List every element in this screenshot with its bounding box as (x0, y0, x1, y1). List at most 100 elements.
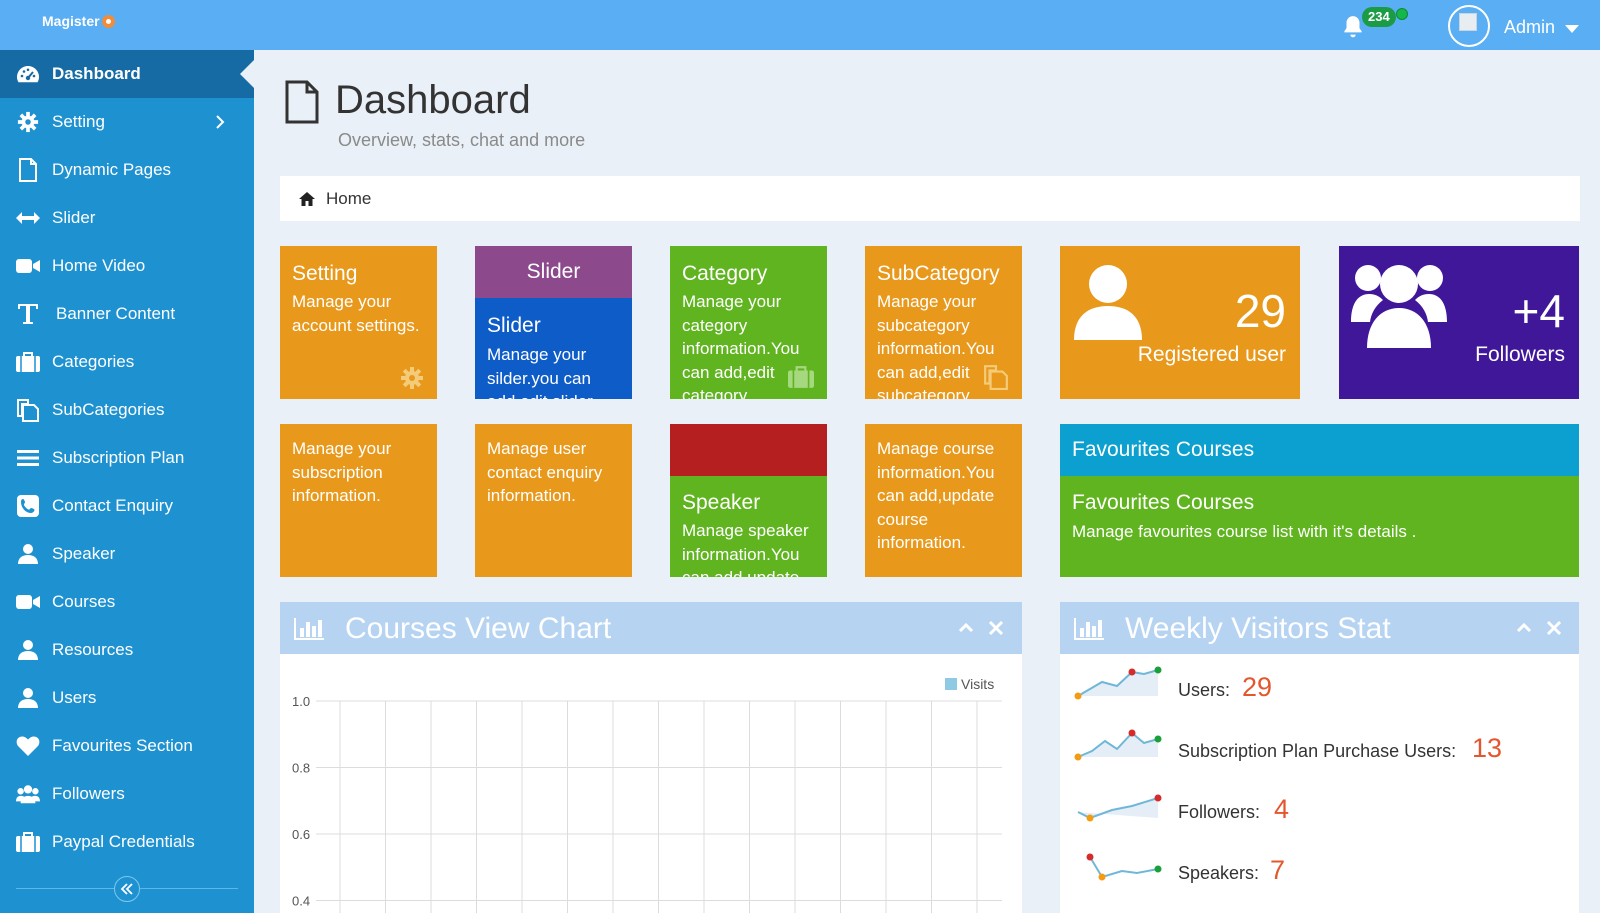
avatar[interactable] (1448, 5, 1490, 47)
heart-icon (16, 734, 40, 758)
list-icon (16, 446, 40, 470)
tile-description: Manage your silder.you can add,edit slid… (487, 345, 597, 399)
sidebar-item-favourites-section[interactable]: Favourites Section (0, 722, 254, 770)
users-icon (16, 782, 40, 806)
y-tick-label: 0.6 (292, 827, 310, 842)
tile-description: Manage favourites course list with it's … (1072, 522, 1417, 541)
user-icon (16, 638, 40, 662)
gear-icon (16, 110, 40, 134)
visitor-stat-row: Followers: 4 (1060, 784, 1579, 834)
subscription-tile[interactable]: Manage your subscription information. (280, 424, 437, 577)
sidebar-item-slider[interactable]: Slider (0, 194, 254, 242)
visitor-stat-value: 13 (1472, 733, 1503, 763)
visitor-stat-value: 7 (1270, 855, 1286, 885)
favourites-courses-tile[interactable]: Favourites Courses Favourites Courses Ma… (1060, 424, 1579, 577)
notification-count-badge[interactable]: 234 (1362, 7, 1396, 27)
stat-label: Followers (1475, 343, 1565, 366)
arrows-horizontal-icon (16, 206, 40, 230)
tile-band-title: Favourites Courses (1072, 438, 1255, 461)
sidebar-item-resources[interactable]: Resources (0, 626, 254, 674)
sidebar-item-subscription-plan[interactable]: Subscription Plan (0, 434, 254, 482)
sparkline (1074, 666, 1162, 700)
logo-text: Magister (42, 13, 100, 29)
bar-chart-icon (294, 618, 324, 640)
sidebar-item-banner-content[interactable]: Banner Content (0, 290, 254, 338)
tile-title: Speaker (682, 491, 761, 514)
visitor-stat-row: Subscription Plan Purchase Users: 13 (1060, 723, 1579, 773)
sidebar-item-dynamic-pages[interactable]: Dynamic Pages (0, 146, 254, 194)
sidebar-item-courses[interactable]: Courses (0, 578, 254, 626)
visitor-stat-value: 29 (1242, 672, 1273, 702)
sidebar-item-followers[interactable]: Followers (0, 770, 254, 818)
home-icon (299, 191, 315, 206)
registered-user-stat-tile[interactable]: 29 Registered user (1060, 246, 1300, 399)
sidebar-item-label: Courses (52, 592, 116, 611)
stat-value: 29 (1234, 285, 1286, 337)
panel-title: Courses View Chart (345, 612, 612, 645)
speaker-tile[interactable]: Speaker Manage speaker information.You c… (670, 424, 827, 577)
sidebar-item-label: Contact Enquiry (52, 496, 173, 515)
sidebar-item-categories[interactable]: Categories (0, 338, 254, 386)
sidebar-item-paypal-credentials[interactable]: Paypal Credentials (0, 818, 254, 866)
phone-icon (16, 494, 40, 518)
sidebar-item-home-video[interactable]: Home Video (0, 242, 254, 290)
panel-title: Weekly Visitors Stat (1125, 612, 1391, 645)
followers-stat-tile[interactable]: +4 Followers (1339, 246, 1579, 399)
briefcase-icon (16, 830, 40, 854)
tile-band (670, 424, 827, 476)
visitor-stat-label: Users: (1178, 680, 1231, 700)
panel-header: Weekly Visitors Stat (1060, 602, 1579, 654)
subcategory-tile[interactable]: SubCategory Manage your subcategory info… (865, 246, 1022, 399)
sidebar-item-users[interactable]: Users (0, 674, 254, 722)
sidebar-item-speaker[interactable]: Speaker (0, 530, 254, 578)
visitor-stat-value: 4 (1274, 794, 1290, 824)
sidebar-item-label: Dashboard (52, 64, 141, 83)
copy-icon (16, 398, 40, 422)
app-logo[interactable]: Magister (42, 13, 115, 29)
sidebar-item-dashboard[interactable]: Dashboard (0, 50, 254, 98)
logo-mark-icon (101, 14, 115, 28)
sidebar-item-label: Categories (52, 352, 135, 371)
video-camera-icon (16, 590, 40, 614)
broken-image-icon (1459, 13, 1477, 31)
stat-value: +4 (1512, 285, 1565, 337)
contact-enquiry-tile[interactable]: Manage user contact enquiry information. (475, 424, 632, 577)
courses-view-chart-panel: Courses View Chart Visits 1.0 0.8 0.6 0.4 (280, 602, 1022, 913)
sidebar-item-label: Slider (52, 208, 96, 227)
caret-down-icon[interactable] (1565, 25, 1579, 33)
visitor-stat-label: Subscription Plan Purchase Users: (1178, 741, 1457, 761)
setting-tile[interactable]: Setting Manage your account settings. (280, 246, 437, 399)
dashboard-icon (16, 62, 40, 86)
y-tick-label: 0.8 (292, 761, 310, 776)
tile-title: Slider (487, 314, 541, 337)
user-icon (16, 686, 40, 710)
chevron-up-icon[interactable] (1514, 618, 1534, 638)
panel-header: Courses View Chart (280, 602, 1022, 654)
top-bar: Magister 234 Admin (0, 0, 1600, 50)
double-chevron-left-icon (120, 883, 133, 895)
sidebar-item-setting[interactable]: Setting (0, 98, 254, 146)
sidebar-item-label: Paypal Credentials (52, 832, 195, 851)
tile-description: Manage your account settings. (292, 292, 420, 335)
visitor-stat-row: Speakers: 7 (1060, 845, 1579, 895)
visitor-stat-row: Users: 29 (1060, 662, 1579, 712)
sidebar-item-contact-enquiry[interactable]: Contact Enquiry (0, 482, 254, 530)
tile-title: Setting (292, 262, 358, 285)
user-icon (16, 542, 40, 566)
sparkline (1077, 794, 1162, 822)
sidebar-item-label: Home Video (52, 256, 146, 275)
close-icon[interactable] (986, 618, 1006, 638)
sidebar-item-subcategories[interactable]: SubCategories (0, 386, 254, 434)
tile-description: Manage course information.You can add,up… (877, 439, 995, 552)
slider-tile[interactable]: Slider Slider Manage your silder.you can… (475, 246, 632, 399)
category-tile[interactable]: Category Manage your category informatio… (670, 246, 827, 399)
close-icon[interactable] (1544, 618, 1564, 638)
course-tile[interactable]: Manage course information.You can add,up… (865, 424, 1022, 577)
tile-title: Category (682, 262, 768, 285)
user-name[interactable]: Admin (1504, 17, 1555, 38)
briefcase-icon (788, 366, 814, 388)
sidebar-collapse-button[interactable] (114, 876, 140, 902)
courses-line-chart: 1.0 0.8 0.6 0.4 (292, 694, 1002, 913)
chevron-up-icon[interactable] (956, 618, 976, 638)
breadcrumb-home-link[interactable]: Home (326, 189, 371, 209)
